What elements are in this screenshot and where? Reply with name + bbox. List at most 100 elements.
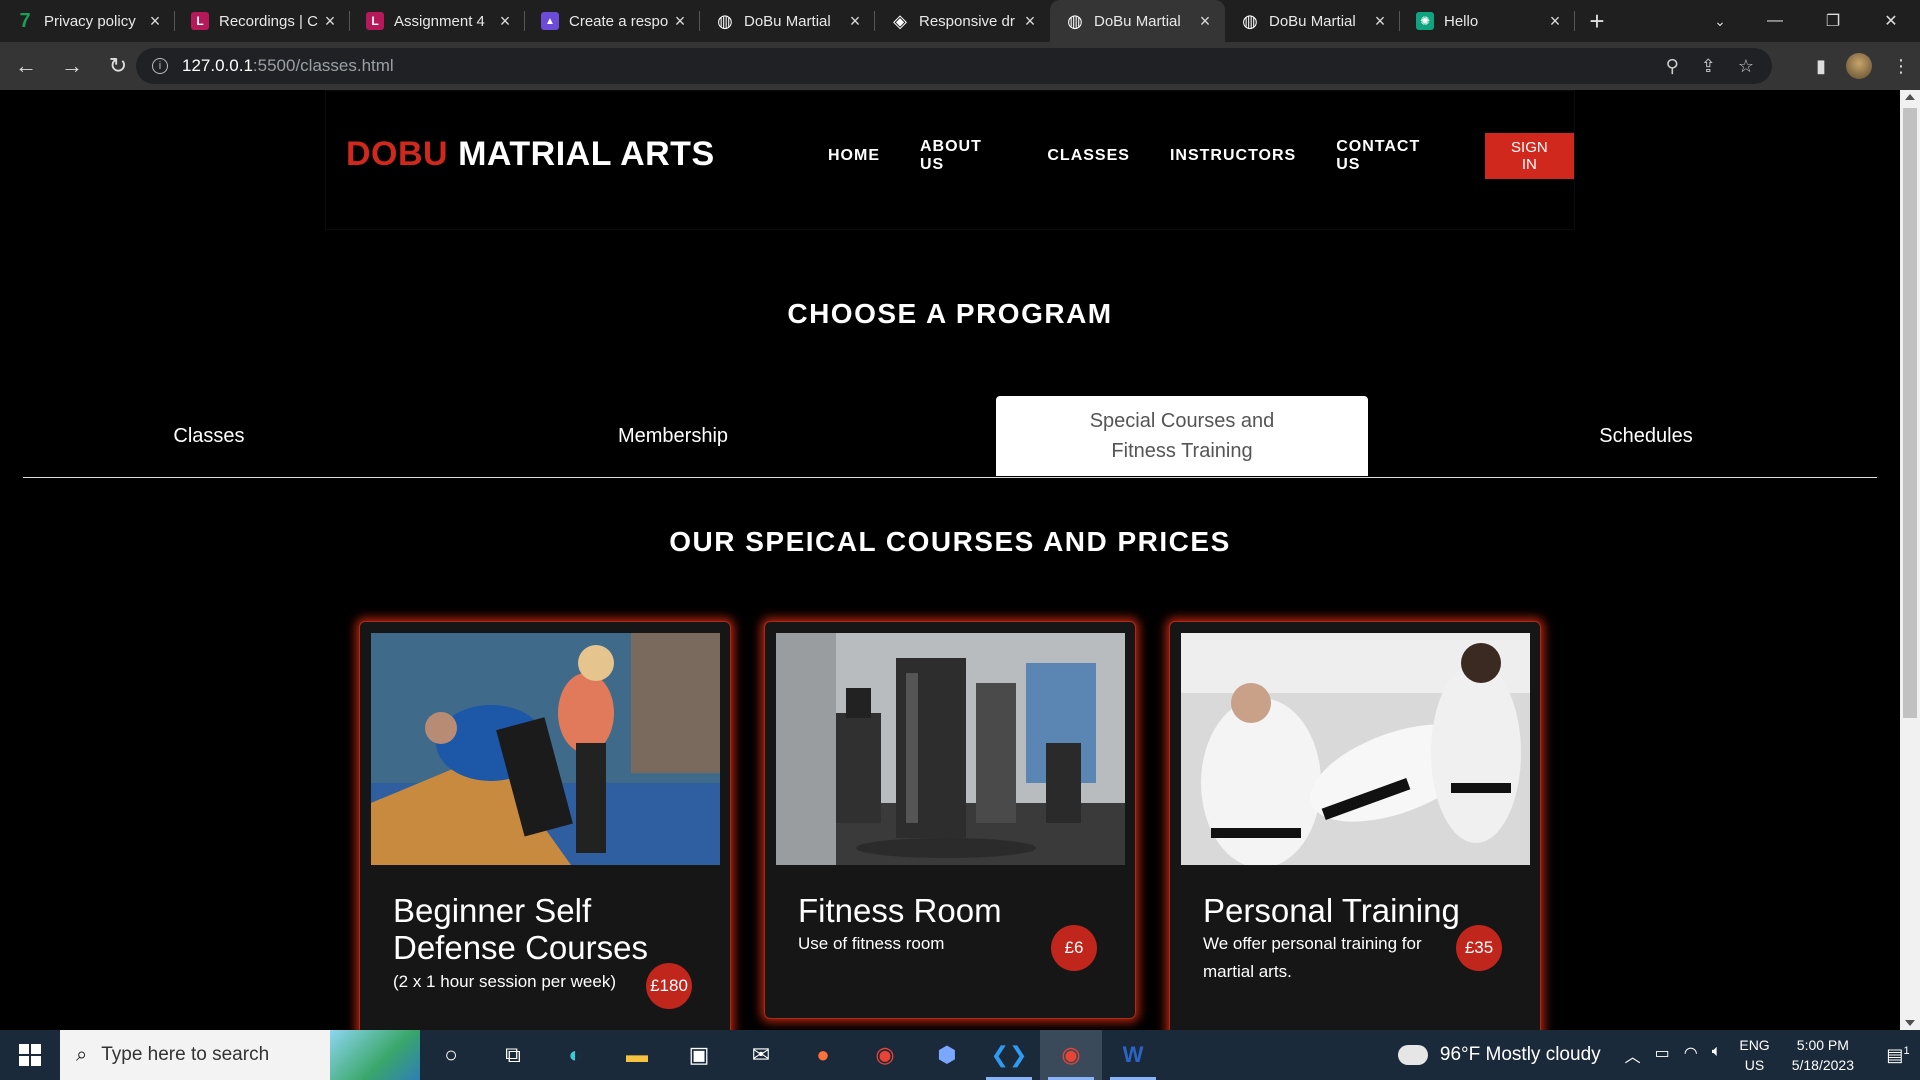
address-bar[interactable]: i 127.0.0.1:5500/classes.html ⚲ ⇪ ☆ — [136, 48, 1772, 84]
close-icon[interactable]: × — [1020, 11, 1040, 32]
site-header: DOBU MATRIAL ARTS HOME ABOUT US CLASSES … — [325, 90, 1575, 230]
close-icon[interactable]: × — [845, 11, 865, 32]
browser-tab[interactable]: ▲ Create a respo × — [525, 0, 700, 42]
restore-icon[interactable]: ❐ — [1804, 0, 1862, 42]
reload-icon[interactable]: ↻ — [98, 46, 138, 86]
nav-home[interactable]: HOME — [828, 147, 880, 165]
volume-icon[interactable]: 🔈︎ — [1712, 1043, 1722, 1067]
search-highlight-image — [330, 1030, 420, 1080]
tab-label: Assignment 4 — [394, 12, 485, 30]
minimize-icon[interactable]: — — [1746, 0, 1804, 42]
app-cube-icon[interactable]: ⬢ — [916, 1030, 978, 1080]
rocket-icon: ▲ — [541, 12, 559, 30]
notification-count: 1 — [1903, 1044, 1910, 1057]
firefox-icon[interactable]: ● — [792, 1030, 854, 1080]
scroll-up-arrow-icon[interactable] — [1905, 94, 1915, 100]
task-view-icon[interactable]: ⧉ — [482, 1030, 544, 1080]
share-icon[interactable]: ⇪ — [1701, 56, 1716, 77]
course-card: Fitness Room Use of fitness room £6 — [764, 621, 1136, 1019]
lang-bottom: US — [1744, 1057, 1765, 1073]
sign-in-button[interactable]: SIGN IN — [1484, 133, 1574, 179]
lang-top: ENG — [1739, 1037, 1770, 1053]
gym-photo — [776, 633, 1125, 865]
site-logo[interactable]: DOBU MATRIAL ARTS — [346, 135, 715, 174]
browser-tab[interactable]: L Assignment 4 × — [350, 0, 525, 42]
browser-tab[interactable]: ◍ DoBu Martial × — [700, 0, 875, 42]
close-icon[interactable]: × — [670, 11, 690, 32]
course-description: Use of fitness room — [798, 934, 945, 953]
browser-tab[interactable]: ◍ DoBu Martial × — [1225, 0, 1400, 42]
browser-tab[interactable]: ✺ Hello × — [1400, 0, 1575, 42]
window-close-icon[interactable]: ✕ — [1862, 0, 1920, 42]
file-explorer-icon[interactable]: ▬ — [606, 1030, 668, 1080]
taskbar-search-box[interactable]: ⌕ Type here to search — [60, 1030, 420, 1080]
tab-membership[interactable]: Membership — [487, 396, 859, 476]
store-icon[interactable]: ▣ — [668, 1030, 730, 1080]
close-icon[interactable]: × — [1545, 11, 1565, 32]
clock-date: 5/18/2023 — [1791, 1057, 1854, 1073]
browser-tab[interactable]: L Recordings | C × — [175, 0, 350, 42]
nav-about-us[interactable]: ABOUT US — [920, 138, 1007, 174]
bookmark-star-icon[interactable]: ☆ — [1738, 56, 1754, 77]
new-tab-button[interactable]: + — [1575, 0, 1619, 42]
back-arrow-icon[interactable]: ← — [6, 46, 46, 86]
profile-avatar[interactable] — [1846, 53, 1872, 79]
tab-search-chevron-icon[interactable]: ⌄ — [1700, 0, 1740, 42]
course-title: Fitness Room — [798, 892, 1002, 929]
system-tray: 96°F Mostly cloudy ︿ ▭ ◠ 🔈︎ ENG US 5:00 … — [1395, 1030, 1920, 1080]
notification-center-icon[interactable]: ▤1 — [1876, 1045, 1920, 1066]
main-nav: HOME ABOUT US CLASSES INSTRUCTORS CONTAC… — [828, 133, 1574, 179]
mail-icon[interactable]: ✉ — [730, 1030, 792, 1080]
windows-start-icon[interactable] — [0, 1030, 60, 1080]
courses-heading: OUR SPEICAL COURSES AND PRICES — [669, 526, 1231, 557]
site-info-icon[interactable]: i — [152, 58, 168, 74]
tab-schedules[interactable]: Schedules — [1460, 396, 1832, 476]
close-icon[interactable]: × — [320, 11, 340, 32]
l-icon: L — [191, 12, 209, 30]
cortana-icon[interactable]: ○ — [420, 1030, 482, 1080]
close-icon[interactable]: × — [1195, 11, 1215, 32]
close-icon[interactable]: × — [1370, 11, 1390, 32]
language-indicator[interactable]: ENG US — [1739, 1035, 1769, 1075]
word-icon[interactable]: W — [1102, 1030, 1164, 1080]
karate-photo — [1181, 633, 1530, 865]
clock[interactable]: 5:00 PM 5/18/2023 — [1792, 1035, 1854, 1075]
vscode-icon[interactable]: ❮❯ — [978, 1030, 1040, 1080]
close-icon[interactable]: × — [495, 11, 515, 32]
wifi-icon[interactable]: ◠ — [1684, 1043, 1698, 1067]
browser-tab-strip: 7 Privacy policy × L Recordings | C × L … — [0, 0, 1920, 42]
course-title: Beginner Self Defense Courses — [393, 892, 648, 966]
scroll-down-arrow-icon[interactable] — [1905, 1020, 1915, 1026]
zoom-icon[interactable]: ⚲ — [1666, 56, 1679, 77]
tab-special-courses[interactable]: Special Courses and Fitness Training — [996, 396, 1368, 476]
tab-label: Create a respo — [569, 12, 669, 30]
browser-tab-active[interactable]: ◍ DoBu Martial × — [1050, 0, 1225, 42]
side-panel-icon[interactable]: ▮ — [1816, 56, 1826, 77]
scrollbar-thumb[interactable] — [1903, 108, 1917, 718]
weather-text: 96°F Mostly cloudy — [1439, 1044, 1601, 1065]
forward-arrow-icon[interactable]: → — [52, 46, 92, 86]
windows-taskbar: ⌕ Type here to search ○ ⧉ ◐ ▬ ▣ ✉ ● ◉ ⬢ … — [0, 1030, 1920, 1080]
nav-classes[interactable]: CLASSES — [1047, 147, 1130, 165]
tab-classes[interactable]: Classes — [23, 396, 395, 476]
tab-label: DoBu Martial — [1269, 12, 1356, 30]
seven-icon: 7 — [19, 9, 31, 32]
chevron-up-icon[interactable]: ︿ — [1625, 1043, 1641, 1067]
tab-label: Hello — [1444, 12, 1479, 30]
menu-kebab-icon[interactable]: ⋮ — [1892, 56, 1910, 77]
browser-tab[interactable]: ◈ Responsive dr × — [875, 0, 1050, 42]
chrome-profile-icon[interactable]: ◉ — [1040, 1030, 1102, 1080]
weather-widget[interactable]: 96°F Mostly cloudy — [1395, 1039, 1601, 1066]
web-page: DOBU MATRIAL ARTS HOME ABOUT US CLASSES … — [0, 90, 1900, 1030]
globe-icon: ◍ — [1242, 10, 1258, 31]
browser-tab[interactable]: 7 Privacy policy × — [0, 0, 175, 42]
chrome-icon[interactable]: ◉ — [854, 1030, 916, 1080]
course-description: We offer personal training for martial a… — [1203, 934, 1422, 981]
url-path: :5500/classes.html — [252, 56, 394, 75]
nav-instructors[interactable]: INSTRUCTORS — [1170, 147, 1296, 165]
page-scrollbar[interactable] — [1900, 90, 1920, 1030]
battery-icon[interactable]: ▭ — [1655, 1043, 1670, 1067]
close-icon[interactable]: × — [145, 11, 165, 32]
nav-contact-us[interactable]: CONTACT US — [1336, 138, 1445, 174]
edge-icon[interactable]: ◐ — [544, 1030, 606, 1080]
